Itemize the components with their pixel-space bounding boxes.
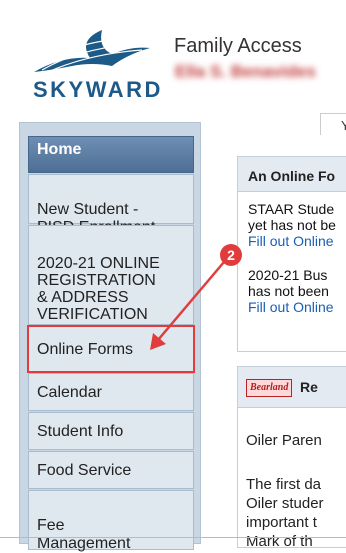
- news-panel: Bearland Re Oiler Paren The first da Oil…: [237, 366, 346, 548]
- swoosh-icon: [34, 30, 150, 73]
- news-line: Oiler studer: [246, 495, 324, 512]
- fill-out-online-link[interactable]: Fill out Online: [248, 233, 336, 249]
- sidebar-item-calendar[interactable]: Calendar: [28, 373, 194, 411]
- online-forms-panel: An Online Fo STAAR Stude yet has not be …: [237, 156, 346, 352]
- message-line: yet has not be: [248, 217, 336, 233]
- sidebar-item-student-info[interactable]: Student Info: [28, 412, 194, 450]
- sidebar-item-online-forms[interactable]: Online Forms: [27, 325, 195, 373]
- sidebar-item-label: 2020-21 ONLINE REGISTRATION & ADDRESS VE…: [37, 255, 160, 323]
- news-panel-header: Bearland Re: [238, 367, 346, 408]
- app-title: Family Access: [174, 35, 302, 57]
- sidebar-item-food-service[interactable]: Food Service: [28, 451, 194, 489]
- news-line: Mark of th: [246, 533, 313, 548]
- form-message-bus: 2020-21 Bus has not been Fill out Online: [248, 267, 334, 315]
- sidebar-item-fee-management[interactable]: Fee Management: [28, 490, 194, 552]
- message-line: STAAR Stude: [248, 201, 335, 217]
- bearland-logo: Bearland: [246, 379, 292, 397]
- skyward-logo[interactable]: SKYWARD: [32, 26, 160, 102]
- sidebar-item-label: Online Forms: [37, 341, 134, 358]
- top-cropped-text: [0, 0, 346, 10]
- sidebar-item-new-student[interactable]: New Student - PISD Enrollment: [28, 174, 194, 236]
- news-line: important t: [246, 514, 317, 531]
- news-panel-title: Re: [300, 379, 318, 395]
- logo-wordmark: SKYWARD: [33, 77, 163, 102]
- sidebar-item-label: Food Service: [37, 462, 132, 479]
- message-line: 2020-21 Bus: [248, 267, 328, 283]
- step-badge: 2: [220, 244, 242, 266]
- fill-out-online-link[interactable]: Fill out Online: [248, 299, 334, 315]
- sidebar-item-label: Student Info: [37, 423, 124, 440]
- sidebar-item-registration[interactable]: 2020-21 ONLINE REGISTRATION & ADDRESS VE…: [28, 225, 194, 325]
- panel-title: An Online Fo: [238, 157, 346, 192]
- tab-partial[interactable]: Y: [320, 113, 346, 135]
- sidebar-item-label: Calendar: [37, 384, 102, 401]
- tab-label: Y: [341, 118, 346, 133]
- message-line: has not been: [248, 283, 329, 299]
- form-message-staar: STAAR Stude yet has not be Fill out Onli…: [248, 201, 336, 249]
- sidebar-item-home[interactable]: Home: [28, 136, 194, 173]
- news-line: Oiler Paren: [246, 432, 322, 449]
- user-name: Ella S. Benavides: [175, 62, 316, 81]
- sidebar-item-label: Fee Management: [37, 517, 131, 552]
- sidebar-item-label: Home: [37, 141, 82, 158]
- news-line: The first da: [246, 476, 322, 493]
